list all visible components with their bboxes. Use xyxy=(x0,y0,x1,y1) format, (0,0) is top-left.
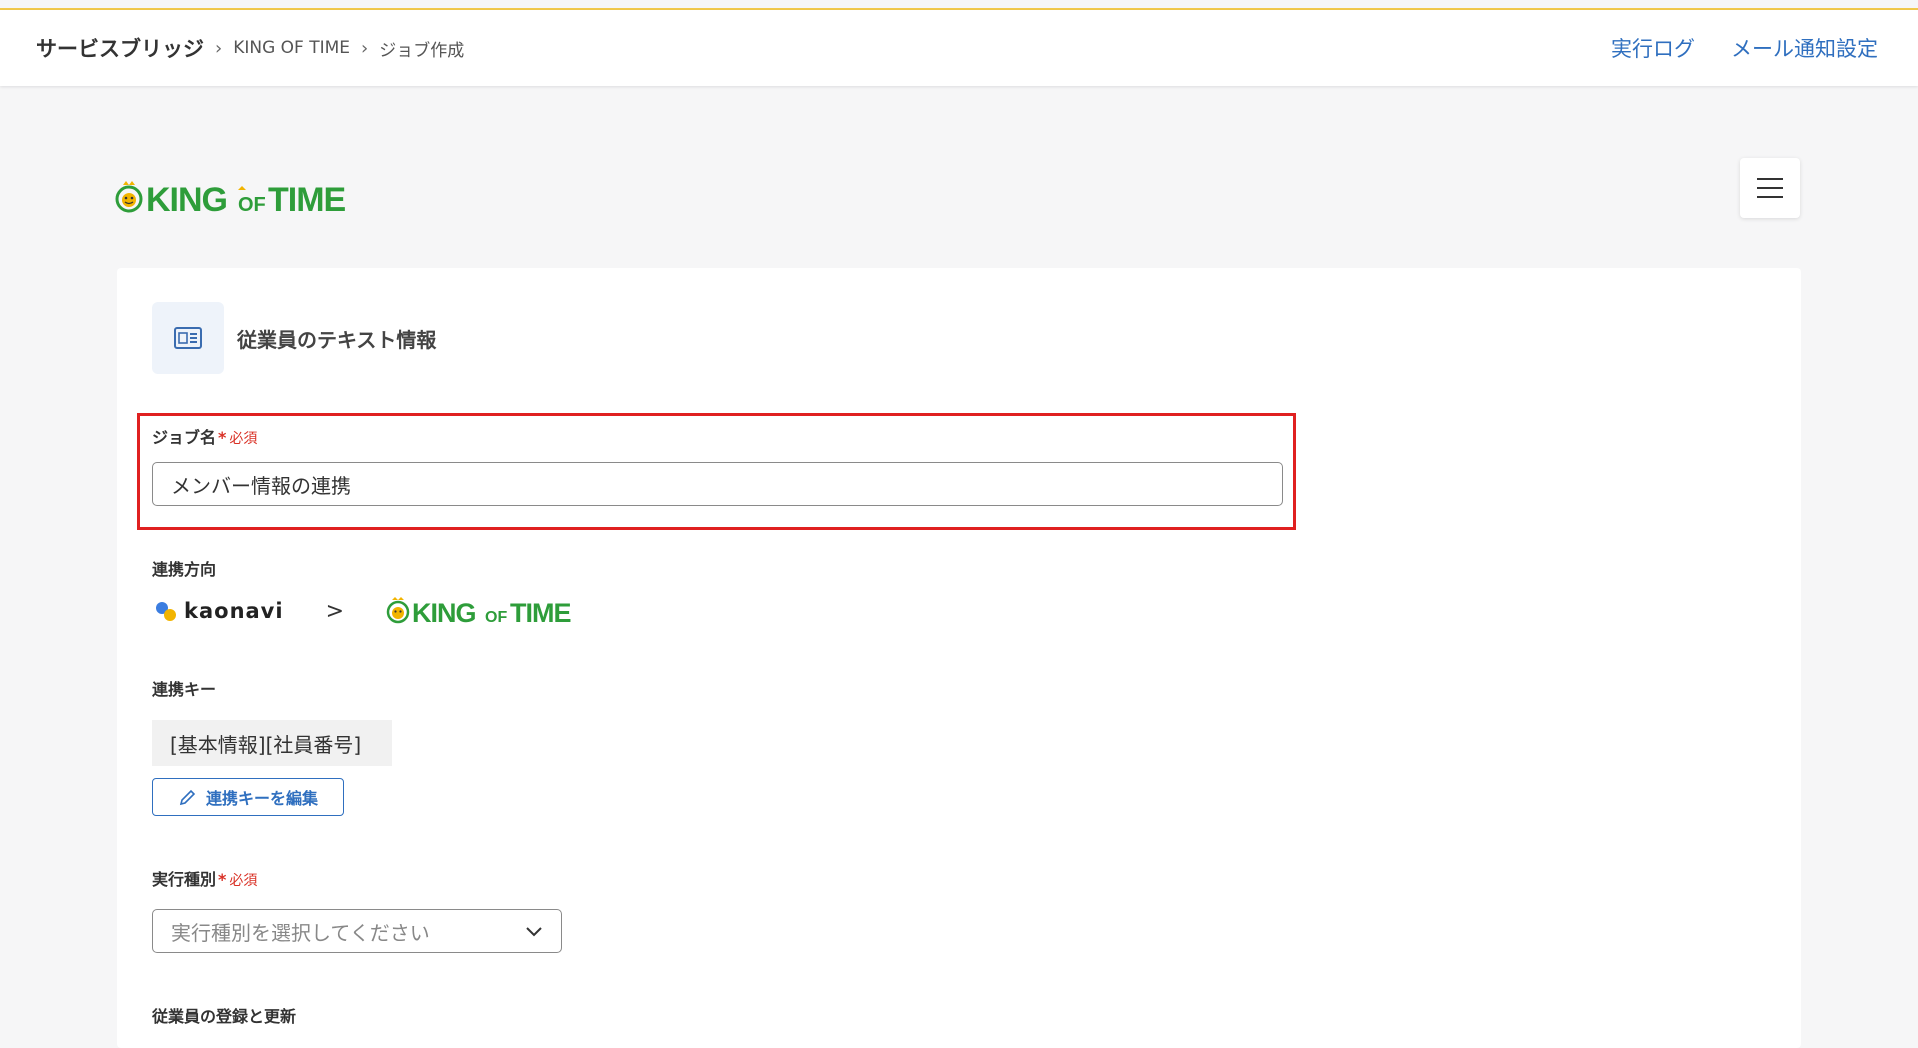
key-label: 連携キー xyxy=(152,680,217,699)
svg-text:OF: OF xyxy=(238,194,266,216)
exec-type-select[interactable]: 実行種別を選択してください xyxy=(152,909,562,953)
svg-text:TIME: TIME xyxy=(268,181,346,216)
exec-type-label: 実行種別 * 必須 xyxy=(152,870,258,889)
job-form-card: 従業員のテキスト情報 ジョブ名*必須 連携方向 kaonavi > KING O… xyxy=(117,268,1801,1048)
breadcrumb-root[interactable]: サービスブリッジ xyxy=(36,33,204,63)
chevron-right-icon: › xyxy=(215,37,223,59)
employee-register-update-label: 従業員の登録と更新 xyxy=(152,1007,297,1026)
key-value: [基本情報][社員番号] xyxy=(152,720,392,766)
hamburger-menu-button[interactable] xyxy=(1740,158,1800,218)
breadcrumb-level1[interactable]: KING OF TIME xyxy=(233,38,350,58)
direction-row: kaonavi > KING OF TIME xyxy=(152,596,586,626)
breadcrumb: サービスブリッジ › KING OF TIME › ジョブ作成 xyxy=(36,33,464,63)
king-of-time-logo: KING OF TIME xyxy=(115,180,375,220)
job-name-input[interactable] xyxy=(152,462,1283,506)
direction-arrow: > xyxy=(325,598,345,624)
king-of-time-logo-image: KING OF TIME xyxy=(115,181,347,219)
pencil-icon xyxy=(179,789,196,806)
exec-type-placeholder: 実行種別を選択してください xyxy=(171,920,430,945)
top-header: サービスブリッジ › KING OF TIME › ジョブ作成 実行ログ メール… xyxy=(0,10,1918,86)
kaonavi-icon xyxy=(156,602,176,621)
mail-settings-link[interactable]: メール通知設定 xyxy=(1731,33,1878,63)
chevron-down-icon xyxy=(526,927,542,937)
hamburger-icon xyxy=(1757,178,1783,198)
kaonavi-logo: kaonavi xyxy=(152,599,284,623)
king-of-time-small-logo: KING OF TIME xyxy=(386,597,572,626)
job-name-label: ジョブ名 * 必須 xyxy=(152,428,258,447)
card-title: 従業員のテキスト情報 xyxy=(237,328,437,352)
breadcrumb-current: ジョブ作成 xyxy=(379,40,465,61)
svg-text:KING: KING xyxy=(412,598,476,626)
chevron-right-icon: › xyxy=(361,37,369,59)
svg-text:OF: OF xyxy=(485,609,507,626)
svg-text:KING: KING xyxy=(146,181,227,216)
direction-label: 連携方向 xyxy=(152,560,217,579)
header-links: 実行ログ メール通知設定 xyxy=(1611,33,1878,63)
id-card-icon xyxy=(152,302,224,374)
svg-text:TIME: TIME xyxy=(510,598,571,626)
exec-log-link[interactable]: 実行ログ xyxy=(1611,33,1695,63)
edit-key-button[interactable]: 連携キーを編集 xyxy=(152,778,344,816)
